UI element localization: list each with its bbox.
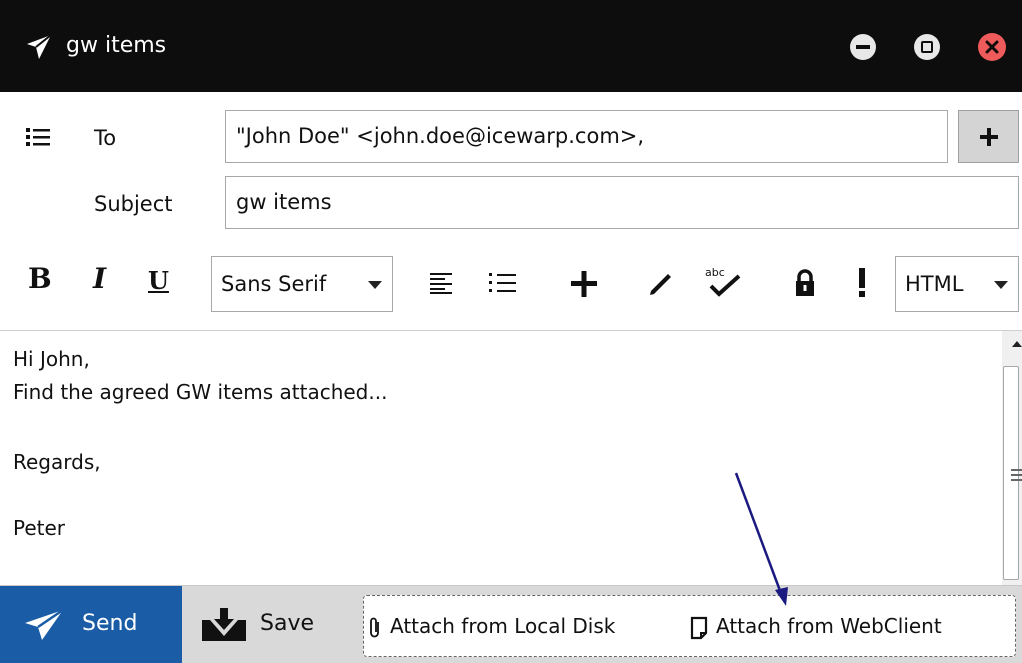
bullet-list-icon[interactable] <box>489 271 517 295</box>
message-body[interactable]: Hi John, Find the agreed GW items attach… <box>0 331 1002 585</box>
align-left-icon[interactable] <box>430 272 454 294</box>
exclamation-icon[interactable] <box>857 268 867 298</box>
attach-webclient-button[interactable]: Attach from WebClient <box>690 596 942 656</box>
maximize-button[interactable] <box>914 34 940 60</box>
italic-button[interactable]: I <box>93 262 106 295</box>
format-select[interactable]: HTML <box>895 256 1019 312</box>
subject-label: Subject <box>94 192 173 216</box>
chevron-down-icon <box>368 281 382 289</box>
document-icon <box>690 616 708 639</box>
paperclip-icon <box>370 617 379 637</box>
address-book-icon[interactable] <box>26 126 52 148</box>
body-line: Find the agreed GW items attached... <box>13 380 388 404</box>
to-field[interactable]: "John Doe" <john.doe@icewarp.com>, <box>225 110 948 163</box>
body-line: Peter <box>13 516 66 540</box>
scrollbar-grip <box>1011 469 1022 481</box>
add-recipient-button[interactable] <box>958 110 1019 163</box>
underline-button[interactable]: U <box>148 266 169 295</box>
minimize-button[interactable] <box>850 34 876 60</box>
svg-text:abc: abc <box>705 266 725 279</box>
plus-icon[interactable] <box>571 271 597 297</box>
lock-icon[interactable] <box>795 269 815 297</box>
attach-web-label: Attach from WebClient <box>716 614 942 638</box>
body-line: Hi John, <box>13 347 90 371</box>
font-select-value: Sans Serif <box>221 272 327 296</box>
body-line: Regards, <box>13 450 101 474</box>
attachment-dropzone[interactable]: Attach from Local Disk Attach from WebCl… <box>363 595 1016 657</box>
close-button[interactable] <box>978 33 1006 61</box>
pen-icon[interactable] <box>648 272 672 296</box>
send-button[interactable]: Send <box>0 586 182 663</box>
title-bar: gw items <box>0 0 1022 92</box>
window-title: gw items <box>66 33 167 58</box>
attach-local-label: Attach from Local Disk <box>390 614 616 638</box>
download-tray-icon <box>202 608 246 641</box>
save-label: Save <box>260 611 315 636</box>
font-select[interactable]: Sans Serif <box>211 256 393 312</box>
bold-button[interactable]: B <box>28 262 52 295</box>
chevron-down-icon <box>994 281 1008 289</box>
spellcheck-icon[interactable]: abc <box>703 264 743 298</box>
paper-plane-icon <box>25 609 64 640</box>
format-select-value: HTML <box>905 272 964 296</box>
subject-field[interactable]: gw items <box>225 176 1019 229</box>
scroll-up-arrow[interactable] <box>1012 341 1022 347</box>
save-button[interactable]: Save <box>182 586 352 663</box>
paper-plane-icon <box>27 34 52 59</box>
send-label: Send <box>82 611 138 636</box>
to-label: To <box>94 126 117 150</box>
close-icon <box>985 40 999 54</box>
attach-local-disk-button[interactable]: Attach from Local Disk <box>368 596 615 656</box>
